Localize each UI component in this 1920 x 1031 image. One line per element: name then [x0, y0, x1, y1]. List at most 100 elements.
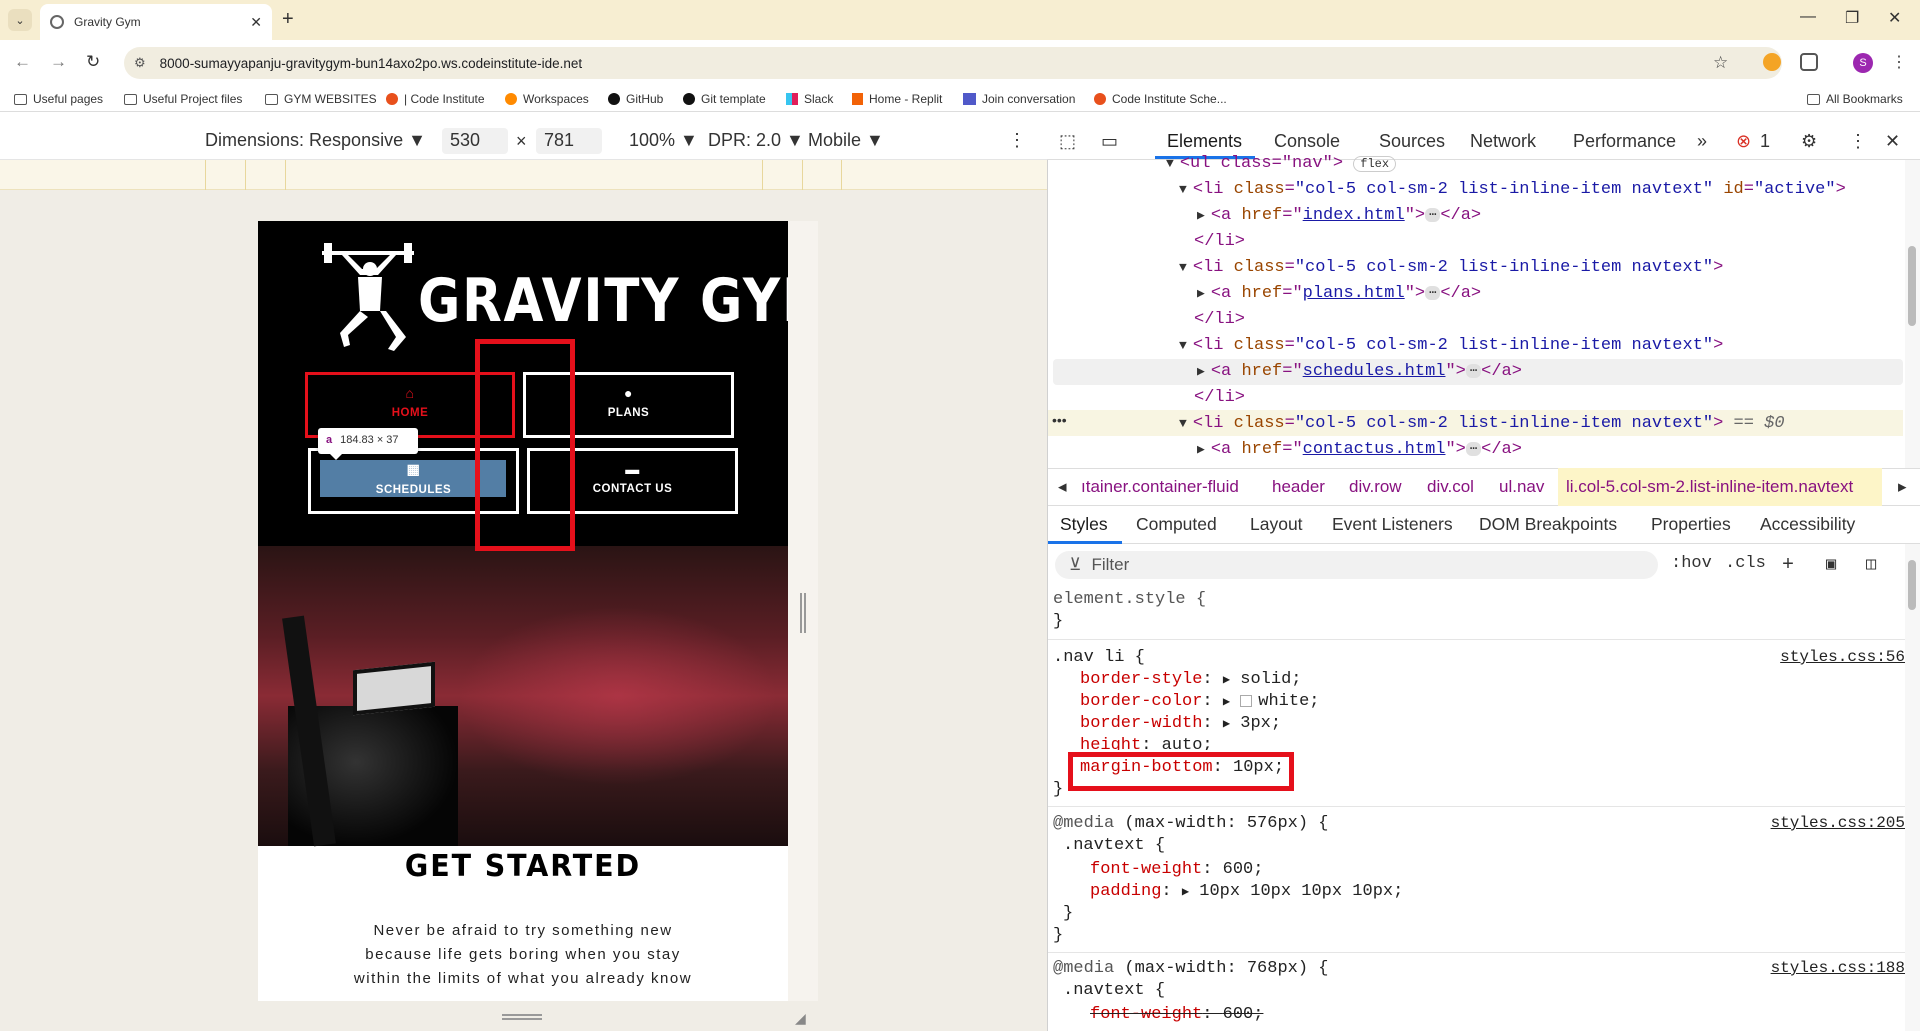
dimensions-select[interactable]: Dimensions: Responsive ▼ [205, 130, 426, 151]
bookmark-item[interactable]: Code Institute Sche... [1094, 92, 1227, 106]
settings-gear-icon[interactable]: ⚙ [1801, 131, 1817, 152]
bookmark-item[interactable]: GitHub [608, 92, 663, 106]
media-query[interactable]: @media (max-width: 576px) { [1053, 814, 1328, 833]
dom-node-li[interactable]: ▼ <li class="col-5 col-sm-2 list-inline-i… [1179, 180, 1846, 199]
styles-scrollbar[interactable] [1905, 544, 1920, 1031]
css-declaration[interactable]: font-weight: 600; [1090, 860, 1263, 879]
dom-node-li-selected[interactable]: ▼ <li class="col-5 col-sm-2 list-inline-i… [1179, 414, 1785, 433]
bookmark-item[interactable]: Home - Replit [852, 92, 942, 106]
viewport-width-input[interactable]: 530 [442, 128, 508, 154]
media-query[interactable]: @media (max-width: 768px) { [1053, 959, 1328, 978]
more-tabs-button[interactable]: » [1697, 131, 1707, 152]
bookmark-item[interactable]: Useful Project files [124, 92, 242, 106]
viewport-height-input[interactable]: 781 [536, 128, 602, 154]
extensions-puzzle-icon[interactable] [1800, 53, 1818, 71]
bookmark-star-icon[interactable]: ☆ [1713, 53, 1728, 73]
css-declaration[interactable]: height: auto; [1080, 736, 1213, 750]
rule-selector[interactable]: .navtext { [1063, 836, 1165, 855]
href-link[interactable]: schedules.html [1303, 362, 1446, 381]
close-icon[interactable]: ✕ [250, 14, 262, 31]
bookmark-item[interactable]: Git template [683, 92, 766, 106]
breadcrumb-item[interactable]: div.col [1427, 477, 1474, 497]
bookmark-item[interactable]: Join conversation [963, 92, 1075, 106]
dom-node-a[interactable]: ▶ <a href="plans.html"> ⋯ </a> [1197, 284, 1481, 303]
device-type-select[interactable]: Mobile ▼ [808, 130, 884, 151]
dom-node-ul[interactable]: ▼ <ul class="nav"> flex [1166, 154, 1397, 173]
device-toolbar-menu-icon[interactable]: ⋮ [1008, 130, 1026, 151]
inspect-element-icon[interactable]: ⬚ [1059, 131, 1076, 152]
dom-node-li[interactable]: ▼ <li class="col-5 col-sm-2 list-inline-i… [1179, 336, 1723, 355]
expand-triangle-icon[interactable]: ▶ [1223, 695, 1230, 709]
bookmark-item[interactable]: Slack [786, 92, 833, 106]
breadcrumb-scroll-right-icon[interactable]: ▸ [1898, 477, 1907, 497]
media-query-ruler[interactable] [0, 160, 1047, 190]
viewport-resize-corner[interactable]: ◢ [795, 1010, 813, 1026]
dom-node-li-close[interactable]: </li> [1194, 388, 1245, 407]
color-swatch[interactable] [1240, 694, 1253, 707]
dom-node-li-close[interactable]: </li> [1194, 310, 1245, 329]
forward-icon[interactable]: → [50, 52, 67, 72]
error-icon[interactable]: ⊗ [1736, 131, 1751, 152]
dom-node-a[interactable]: ▶ <a href="schedules.html"> ⋯ </a> [1197, 362, 1522, 381]
device-toggle-icon[interactable]: ▭ [1101, 131, 1118, 152]
minimize-icon[interactable]: — [1800, 8, 1816, 26]
css-declaration[interactable]: padding: ▶ 10px 10px 10px 10px; [1090, 882, 1403, 901]
hover-state-toggle[interactable]: :hov [1671, 554, 1712, 573]
tab-search-button[interactable]: ⌄ [8, 9, 32, 31]
tab-elements[interactable]: Elements [1167, 131, 1242, 152]
new-tab-button[interactable]: + [282, 8, 294, 31]
css-declaration[interactable]: border-width: ▶ 3px; [1080, 714, 1281, 733]
viewport-resize-handle-bottom[interactable] [502, 1014, 542, 1020]
back-icon[interactable]: ← [14, 52, 31, 72]
expand-triangle-icon[interactable]: ▶ [1223, 717, 1230, 731]
tab-computed[interactable]: Computed [1136, 514, 1217, 535]
restore-icon[interactable]: ❐ [1845, 8, 1859, 28]
css-declaration-overridden[interactable]: font-weight: 600; [1090, 1005, 1263, 1024]
expand-triangle-icon[interactable]: ▶ [1182, 885, 1189, 899]
dom-node-li-close[interactable]: </li> [1194, 232, 1245, 251]
browser-tab[interactable]: Gravity Gym ✕ [40, 4, 272, 40]
dpr-select[interactable]: DPR: 2.0 ▼ [708, 130, 804, 151]
dom-node-actions-icon[interactable]: ••• [1052, 412, 1067, 428]
tab-styles[interactable]: Styles [1060, 514, 1108, 535]
tab-performance[interactable]: Performance [1573, 131, 1676, 152]
dom-node-a[interactable]: ▶ <a href="index.html"> ⋯ </a> [1197, 206, 1481, 225]
error-count[interactable]: 1 [1760, 131, 1770, 152]
new-style-rule-icon[interactable]: + [1782, 554, 1794, 577]
stylesheet-link[interactable]: styles.css:188 [1771, 959, 1905, 977]
stylesheet-link[interactable]: styles.css:56 [1780, 648, 1905, 666]
stylesheet-link[interactable]: styles.css:205 [1771, 814, 1905, 832]
logo-text[interactable]: GRAVITY GYM [418, 266, 788, 336]
breadcrumb-scroll-left-icon[interactable]: ◂ [1058, 477, 1067, 497]
rule-selector[interactable]: .navtext { [1063, 981, 1165, 1000]
href-link[interactable]: index.html [1303, 206, 1405, 225]
dom-node-a[interactable]: ▶ <a href="contactus.html"> ⋯ </a> [1197, 440, 1522, 459]
address-bar[interactable]: ⚙ 8000-sumayyapanju-gravitygym-bun14axo2… [124, 47, 1782, 79]
breadcrumb-item[interactable]: header [1272, 477, 1325, 497]
zoom-select[interactable]: 100% ▼ [629, 130, 698, 151]
href-link[interactable]: contactus.html [1303, 440, 1446, 459]
sidebar-toggle-icon[interactable]: ◫ [1866, 554, 1876, 575]
href-link[interactable]: plans.html [1303, 284, 1405, 303]
site-info-icon[interactable]: ⚙ [134, 55, 146, 71]
dom-node-li[interactable]: ▼ <li class="col-5 col-sm-2 list-inline-i… [1179, 258, 1723, 277]
dom-scrollbar-thumb[interactable] [1908, 246, 1916, 326]
bookmark-item[interactable]: Useful pages [14, 92, 103, 106]
reload-icon[interactable]: ↻ [86, 52, 100, 72]
class-toggle[interactable]: .cls [1725, 554, 1766, 573]
extension-icon[interactable] [1763, 53, 1781, 71]
tab-layout[interactable]: Layout [1250, 514, 1303, 535]
element-style-selector[interactable]: element.style { [1053, 590, 1206, 609]
css-declaration[interactable]: border-style: ▶ solid; [1080, 670, 1301, 689]
paint-brush-icon[interactable]: ▣ [1826, 554, 1836, 575]
css-declaration[interactable]: border-color: ▶ white; [1080, 692, 1319, 711]
flex-badge[interactable]: flex [1353, 156, 1397, 172]
tab-dom-breakpoints[interactable]: DOM Breakpoints [1479, 514, 1617, 535]
tab-event-listeners[interactable]: Event Listeners [1332, 514, 1453, 535]
bookmark-item[interactable]: Workspaces [505, 92, 589, 106]
devtools-menu-icon[interactable]: ⋮ [1849, 131, 1867, 152]
rule-selector[interactable]: .nav li { [1053, 648, 1145, 667]
tab-network[interactable]: Network [1470, 131, 1536, 152]
breadcrumb-item[interactable]: ıtainer.container-fluid [1081, 477, 1239, 497]
browser-menu-icon[interactable]: ⋮ [1891, 52, 1907, 72]
